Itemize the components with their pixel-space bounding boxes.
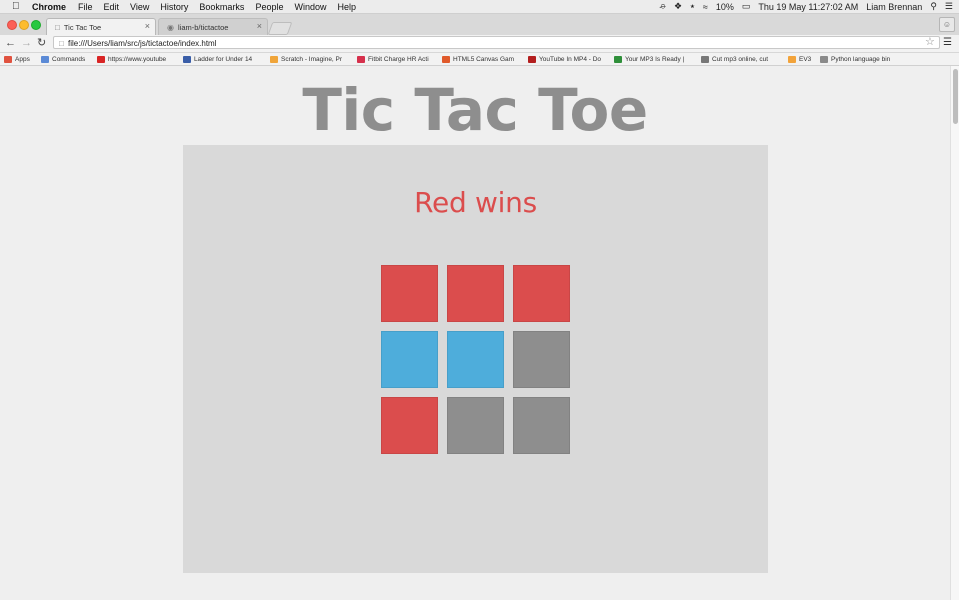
bookmark-mp3-ready[interactable]: Your MP3 Is Ready | [614,54,694,64]
page-icon: □ [55,22,60,32]
bookmark-commands[interactable]: Commands [41,54,93,64]
window-zoom-button[interactable] [31,20,41,30]
window-minimize-button[interactable] [19,20,29,30]
chrome-menu-icon[interactable]: ☰ [943,37,952,49]
bookmark-favicon-icon [820,55,828,63]
bookmark-favicon-icon [41,55,49,63]
page-title: Tic Tac Toe [302,76,648,144]
bookmark-favicon-icon [442,55,450,63]
apple-icon[interactable]:  [12,1,22,12]
menu-help[interactable]: Help [337,2,356,12]
page-viewport: Tic Tac Toe Red wins [0,66,950,600]
bookmark-favicon-icon [357,55,365,63]
page-icon: □ [59,39,64,48]
board-cell-1-2[interactable] [447,265,504,322]
game-panel: Red wins [183,145,768,573]
board-cell-1-3[interactable] [513,265,570,322]
close-tab-icon[interactable]: × [145,21,150,31]
close-tab-icon[interactable]: × [257,21,262,31]
bookmark-scratch[interactable]: Scratch - Imagine, Pr [270,54,352,64]
share-icon[interactable]: ⌮ [659,1,666,12]
bookmark-label: Commands [52,55,86,63]
tab-tic-tac-toe[interactable]: □ Tic Tac Toe × [46,18,156,35]
bookmark-label: EV3 [799,55,812,63]
bookmark-label: Python language bin [831,55,891,63]
bookmark-label: https://www.youtube [108,55,167,63]
back-icon[interactable]: ← [5,37,16,49]
page-scrollbar[interactable] [950,66,959,600]
bookmark-label: Ladder for Under 14 [194,55,253,63]
github-icon: ◉ [167,22,174,32]
wifi-icon[interactable]: ≈ [703,2,708,12]
browser-toolbar: ← → ↻ □ file:///Users/liam/src/js/tictac… [0,35,959,53]
bookmark-favicon-icon [270,55,278,63]
bookmark-label: YouTube In MP4 - Do [539,55,602,63]
bookmark-label: Cut mp3 online, cut [712,55,769,63]
bookmark-favicon-icon [528,55,536,63]
forward-icon[interactable]: → [21,37,32,49]
bookmark-favicon-icon [701,55,709,63]
bookmark-ladder[interactable]: Ladder for Under 14 [183,54,265,64]
profile-icon[interactable]: ☺ [939,17,955,32]
bookmark-youtube[interactable]: https://www.youtube [97,54,177,64]
board-cell-3-1[interactable] [381,397,438,454]
bookmark-favicon-icon [788,55,796,63]
board-cell-3-2[interactable] [447,397,504,454]
bookmark-favicon-icon [614,55,622,63]
menubar:  Chrome File Edit View History Bookmark… [0,0,959,14]
board-cell-2-1[interactable] [381,331,438,388]
reload-icon[interactable]: ↻ [37,37,46,49]
bookmark-label: Fitbit Charge HR Acti [368,55,429,63]
menu-view[interactable]: View [130,2,149,12]
notification-center-icon[interactable]: ☰ [945,1,953,12]
menu-edit[interactable]: Edit [104,2,120,12]
bookmark-favicon-icon [4,55,12,63]
board-cell-3-3[interactable] [513,397,570,454]
menu-bookmarks[interactable]: Bookmarks [199,2,244,12]
bookmark-favicon-icon [183,55,191,63]
bookmark-label: HTML5 Canvas Gam [453,55,515,63]
board-cell-1-1[interactable] [381,265,438,322]
game-board [381,265,570,454]
bookmark-label: Apps [15,55,30,63]
bluetooth-icon[interactable]: ⭑ [690,1,695,12]
menu-people[interactable]: People [255,2,283,12]
bookmark-label: Scratch - Imagine, Pr [281,55,343,63]
bookmark-cut-mp3[interactable]: Cut mp3 online, cut [701,54,781,64]
board-cell-2-2[interactable] [447,331,504,388]
bookmark-youtube-mp4[interactable]: YouTube In MP4 - Do [528,54,608,64]
game-status: Red wins [414,186,537,219]
bookmark-html5-canvas[interactable]: HTML5 Canvas Gam [442,54,522,64]
tab-strip: □ Tic Tac Toe × ◉ liam-b/tictactoe × ☺ [0,14,959,35]
scrollbar-thumb[interactable] [953,69,958,124]
url-text: file:///Users/liam/src/js/tictactoe/inde… [68,39,217,48]
bookmark-apps[interactable]: Apps [4,54,38,64]
bookmark-fitbit[interactable]: Fitbit Charge HR Acti [357,54,437,64]
address-bar[interactable]: □ file:///Users/liam/src/js/tictactoe/in… [53,36,940,49]
menu-app-name[interactable]: Chrome [32,2,66,12]
tab-title: Tic Tac Toe [63,22,102,32]
clock[interactable]: Thu 19 May 11:27:02 AM [758,2,858,12]
tab-github[interactable]: ◉ liam-b/tictactoe × [158,18,268,35]
window-close-button[interactable] [7,20,17,30]
menu-window[interactable]: Window [294,2,326,12]
board-cell-2-3[interactable] [513,331,570,388]
tab-title: liam-b/tictactoe [177,22,229,32]
user-name[interactable]: Liam Brennan [866,2,922,12]
bookmark-favicon-icon [97,55,105,63]
bookmark-star-icon[interactable]: ☆ [925,36,935,49]
bookmark-python[interactable]: Python language bin [820,54,900,64]
bookmarks-bar: Apps Commands https://www.youtube Ladder fo… [0,53,959,66]
menu-file[interactable]: File [78,2,93,12]
bookmark-label: Your MP3 Is Ready | [625,55,685,63]
dropbox-icon[interactable]: ❖ [674,1,682,12]
bookmark-ev3[interactable]: EV3 [788,54,816,64]
new-tab-button[interactable] [267,22,293,35]
spotlight-icon[interactable]: ⚲ [930,1,937,12]
battery-icon[interactable]: ▭ [742,1,751,12]
battery-percent[interactable]: 10% [716,2,734,12]
menu-history[interactable]: History [160,2,188,12]
